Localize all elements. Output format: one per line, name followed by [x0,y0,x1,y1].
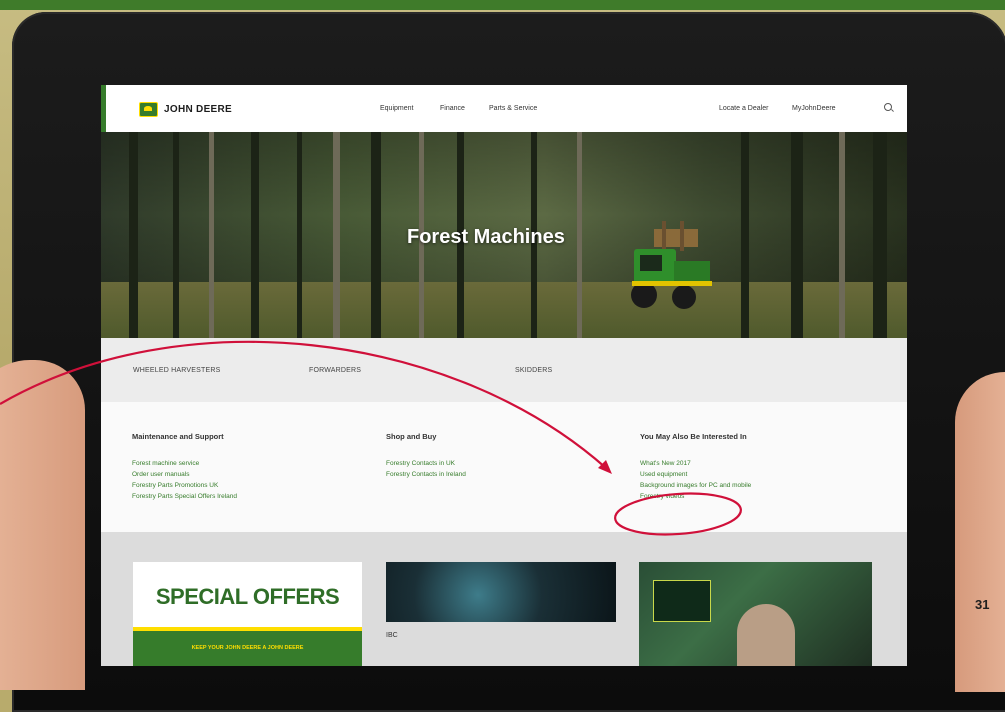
monitor-image [653,580,711,622]
promo-card-label: IBC [386,632,398,639]
nav-parts-service[interactable]: Parts & Service [489,105,537,112]
nav-myjohndeere[interactable]: MyJohnDeere [792,105,836,112]
video-card-image[interactable] [639,562,872,666]
tree-trunk [371,132,381,338]
link-item[interactable]: Forest machine service [132,458,237,469]
search-icon[interactable] [884,103,892,111]
shop-heading: Shop and Buy [386,432,437,441]
tree-trunk [839,132,845,338]
category-skidders[interactable]: SKIDDERS [515,367,552,374]
tree-trunk [791,132,803,338]
maintenance-links: Forest machine service Order user manual… [132,458,237,502]
special-offers-card[interactable]: SPECIAL OFFERS KEEP YOUR JOHN DEERE A JO… [133,562,362,666]
brand-name: JOHN DEERE [164,104,233,115]
category-forwarders[interactable]: FORWARDERS [309,367,361,374]
special-offers-tagline: KEEP YOUR JOHN DEERE A JOHN DEERE [191,645,304,651]
nav-finance[interactable]: Finance [440,105,465,112]
interested-heading: You May Also Be Interested In [640,432,747,441]
category-strip: WHEELED HARVESTERS FORWARDERS SKIDDERS [101,338,907,402]
link-item[interactable]: Order user manuals [132,469,237,480]
top-navigation: JOHN DEERE Equipment Finance Parts & Ser… [101,85,907,132]
forest-floor [101,282,907,338]
promo-card-image[interactable] [386,562,616,622]
link-item-forestry-videos[interactable]: Forestry videos [640,491,751,502]
hero-title: Forest Machines [407,226,565,248]
tree-trunk [129,132,138,338]
tree-trunk [209,132,214,338]
tree-trunk [741,132,749,338]
link-item[interactable]: Forestry Parts Special Offers Ireland [132,491,237,502]
tablet-screen: JOHN DEERE Equipment Finance Parts & Ser… [101,85,907,666]
forwarder-machine-image [631,221,712,309]
tree-trunk [297,132,302,338]
shop-links: Forestry Contacts in UK Forestry Contact… [386,458,466,480]
left-hand [0,360,85,690]
hero-banner: Forest Machines [101,132,907,338]
link-item[interactable]: Forestry Contacts in UK [386,458,466,469]
special-offers-title: SPECIAL OFFERS [155,584,340,609]
deer-logo-icon [139,102,158,117]
tree-trunk [333,132,340,338]
operator-image [737,604,795,666]
page-top-strip [0,0,1005,10]
tree-trunk [873,132,887,338]
link-item[interactable]: Background images for PC and mobile [640,480,751,491]
brand-logo[interactable]: JOHN DEERE [139,102,232,117]
promo-cards: SPECIAL OFFERS KEEP YOUR JOHN DEERE A JO… [101,532,907,666]
nav-locate-dealer[interactable]: Locate a Dealer [719,105,768,112]
page-number: 31 [975,597,990,612]
link-item[interactable]: Used equipment [640,469,751,480]
tree-trunk [173,132,179,338]
maintenance-heading: Maintenance and Support [132,432,224,441]
special-offers-footer: KEEP YOUR JOHN DEERE A JOHN DEERE [133,631,362,666]
category-wheeled-harvesters[interactable]: WHEELED HARVESTERS [133,367,221,374]
right-hand [955,372,1005,692]
nav-equipment[interactable]: Equipment [380,105,413,112]
tree-trunk [251,132,259,338]
interested-links: What's New 2017 Used equipment Backgroun… [640,458,751,502]
link-section: Maintenance and Support Forest machine s… [101,402,907,532]
link-item[interactable]: Forestry Contacts in Ireland [386,469,466,480]
link-item[interactable]: What's New 2017 [640,458,751,469]
link-item[interactable]: Forestry Parts Promotions UK [132,480,237,491]
